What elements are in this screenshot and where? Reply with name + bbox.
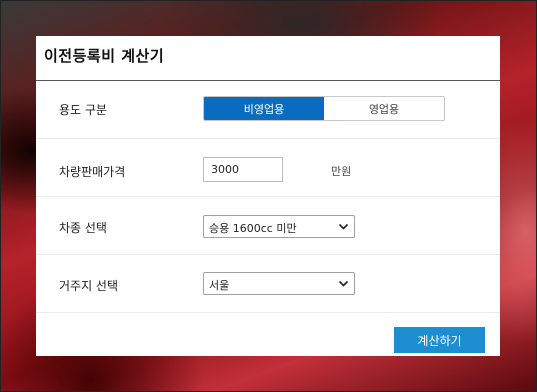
- car-type-selected-value: 승용 1600cc 미만: [209, 222, 297, 235]
- residence-selected-value: 서울: [209, 279, 230, 292]
- car-type-label: 차종 선택: [59, 221, 107, 235]
- chevron-down-icon: [338, 280, 349, 287]
- residence-label: 거주지 선택: [59, 279, 119, 293]
- usage-row: 용도 구분 비영업용 영업용: [36, 81, 500, 139]
- dialog-title: 이전등록비 계산기: [44, 47, 165, 65]
- car-type-row: 차종 선택 승용 1600cc 미만: [36, 197, 500, 255]
- usage-option-commercial[interactable]: 영업용: [324, 97, 444, 120]
- residence-row: 거주지 선택 서울: [36, 255, 500, 313]
- registration-fee-calculator-dialog: 이전등록비 계산기 용도 구분 비영업용 영업용 차량판매가격 만원 차종 선택…: [36, 36, 500, 356]
- price-label: 차량판매가격: [59, 165, 126, 179]
- chevron-down-icon: [338, 223, 349, 230]
- price-row: 차량판매가격 만원: [36, 139, 500, 197]
- usage-option-non-commercial[interactable]: 비영업용: [204, 97, 324, 120]
- usage-segmented-control: 비영업용 영업용: [203, 96, 445, 121]
- price-input[interactable]: [203, 157, 283, 182]
- residence-select[interactable]: 서울: [203, 272, 355, 295]
- usage-label: 용도 구분: [59, 103, 107, 117]
- price-unit: 만원: [331, 165, 352, 178]
- calculate-button[interactable]: 계산하기: [394, 327, 485, 353]
- car-type-select[interactable]: 승용 1600cc 미만: [203, 215, 355, 238]
